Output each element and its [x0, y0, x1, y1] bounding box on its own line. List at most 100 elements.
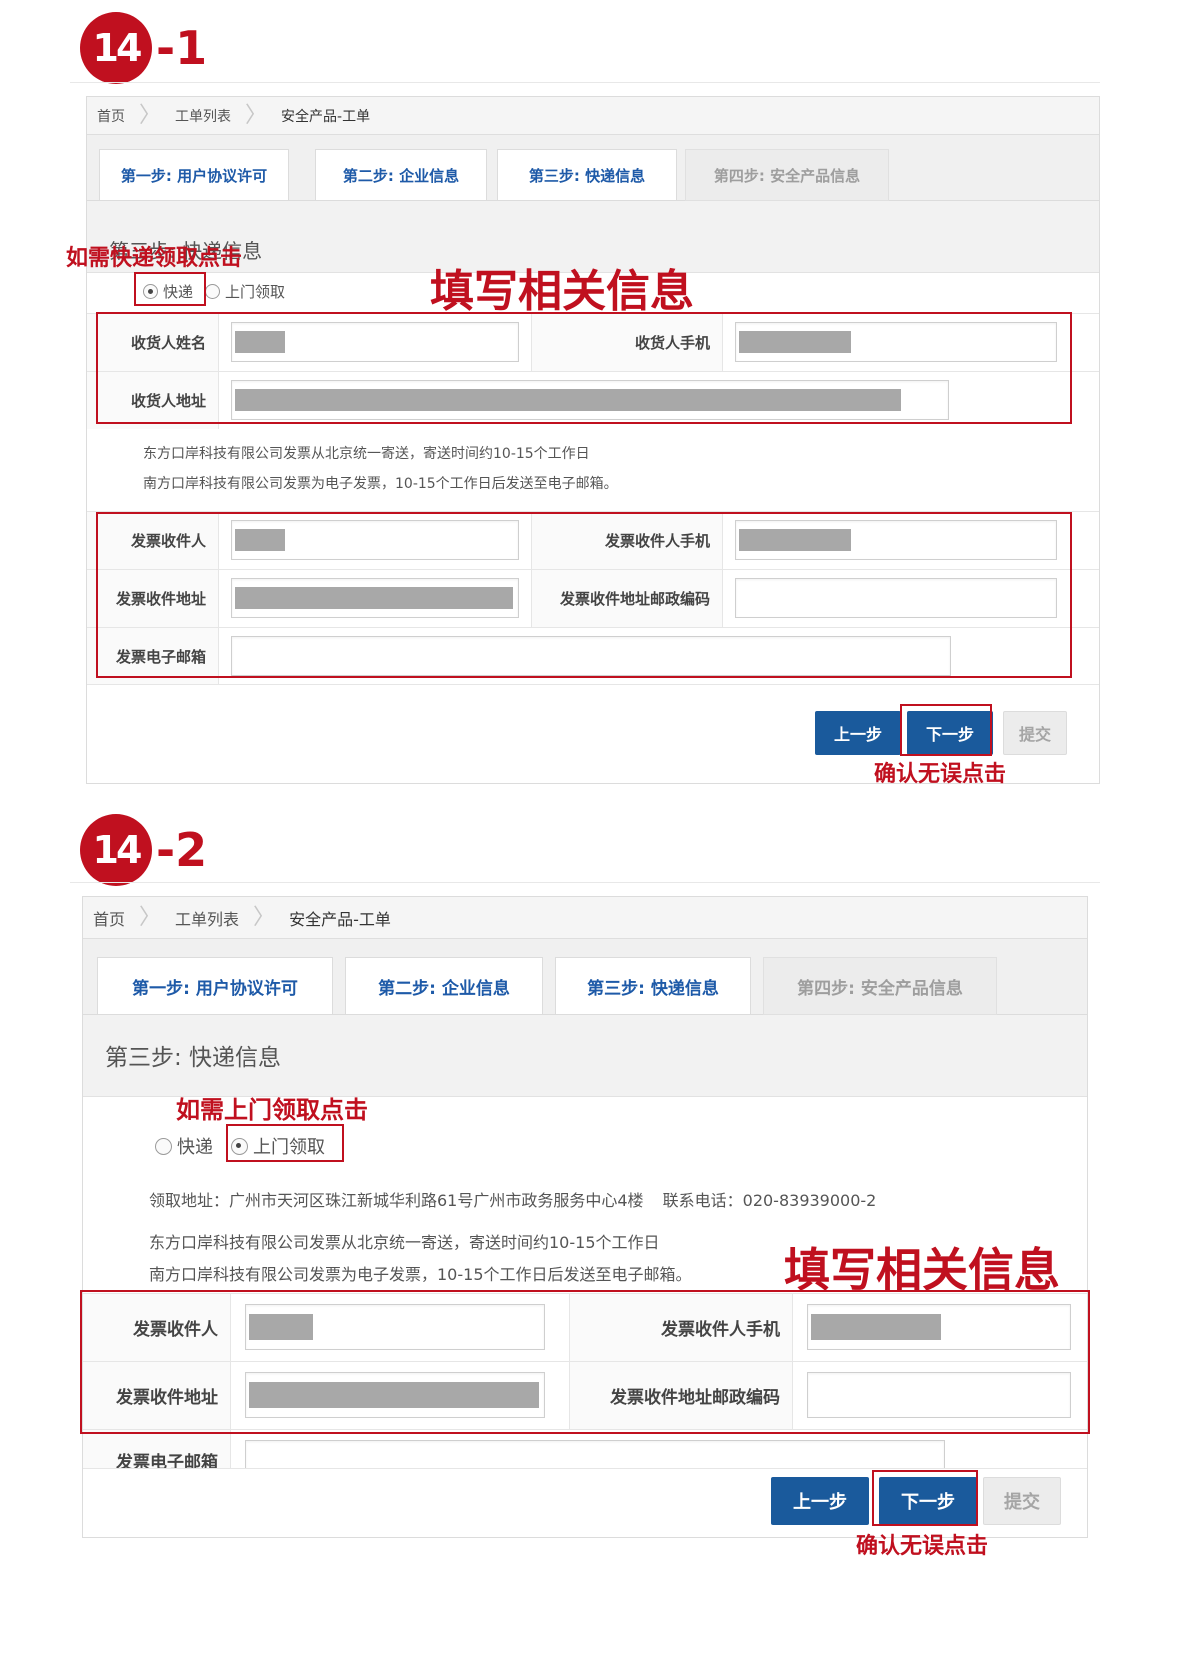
invoice-row-2: 发票收件地址 发票收件地址邮政编码 — [83, 1361, 1087, 1429]
step-number-badge: 14 — [80, 814, 152, 886]
tab-step-1[interactable]: 第一步: 用户协议许可 — [97, 957, 333, 1015]
radio-selected-icon[interactable] — [143, 284, 158, 299]
tab-step-3[interactable]: 第三步: 快递信息 — [555, 957, 751, 1015]
pickup-address-text: 领取地址：广州市天河区珠江新城华利路61号广州市政务服务中心4楼 — [149, 1191, 644, 1210]
invoice-postcode-input[interactable] — [735, 578, 1057, 618]
redacted-value — [235, 587, 513, 609]
breadcrumb-separator-icon: 〉 — [139, 102, 162, 128]
callout-pickup: 如需上门领取点击 — [176, 1096, 368, 1124]
breadcrumb-separator-icon: 〉 — [139, 904, 162, 930]
radio-express-label: 快递 — [177, 1137, 213, 1158]
pickup-phone-text: 联系电话：020-83939000-2 — [662, 1191, 877, 1210]
delivery-method-radios: 快递 上门领取 — [155, 1133, 337, 1159]
invoice-row-1: 发票收件人 发票收件人手机 — [83, 1293, 1087, 1361]
invoice-note-1: 东方口岸科技有限公司发票从北京统一寄送，寄送时间约10-15个工作日 — [143, 446, 590, 462]
receiver-name-label: 收货人姓名 — [87, 314, 219, 371]
invoice-receiver-label: 发票收件人 — [83, 1294, 231, 1361]
radio-pickup-label: 上门领取 — [253, 1137, 325, 1158]
callout-fill-info: 填写相关信息 — [430, 266, 694, 317]
radio-selected-icon[interactable] — [231, 1137, 248, 1155]
step-suffix: -2 — [156, 823, 208, 877]
receiver-phone-input[interactable] — [735, 322, 1057, 362]
step-tabs: 第一步: 用户协议许可 第二步: 企业信息 第三步: 快递信息 第四步: 安全产… — [87, 135, 1099, 201]
next-step-button[interactable]: 下一步 — [879, 1477, 977, 1525]
tab-step-4: 第四步: 安全产品信息 — [763, 957, 997, 1015]
invoice-row-1: 发票收件人 发票收件人手机 — [87, 511, 1099, 569]
invoice-receiver-input[interactable] — [245, 1304, 545, 1350]
invoice-email-input[interactable] — [231, 636, 951, 676]
receiver-row-1: 收货人姓名 收货人手机 — [87, 313, 1099, 371]
callout-express: 如需快递领取点击 — [66, 246, 243, 271]
breadcrumb-separator-icon: 〉 — [245, 102, 268, 128]
invoice-row-3: 发票电子邮箱 — [83, 1429, 1087, 1469]
pickup-address: 领取地址：广州市天河区珠江新城华利路61号广州市政务服务中心4楼 联系电话：02… — [149, 1187, 876, 1211]
receiver-address-label: 收货人地址 — [87, 372, 219, 429]
ticket-panel-1: 首页 〉 工单列表 〉 安全产品-工单 第一步: 用户协议许可 第二步: 企业信… — [86, 96, 1100, 784]
invoice-phone-label: 发票收件人手机 — [569, 1294, 793, 1361]
invoice-receiver-input[interactable] — [231, 520, 519, 560]
redacted-value — [739, 529, 851, 551]
redacted-value — [235, 529, 285, 551]
breadcrumb-current: 安全产品-工单 — [289, 909, 391, 929]
submit-button: 提交 — [1003, 711, 1067, 755]
tab-step-1[interactable]: 第一步: 用户协议许可 — [99, 149, 289, 201]
breadcrumb-ticket-list[interactable]: 工单列表 — [175, 906, 239, 930]
invoice-receiver-label: 发票收件人 — [87, 512, 219, 569]
invoice-postcode-label: 发票收件地址邮政编码 — [569, 1362, 793, 1429]
prev-step-button[interactable]: 上一步 — [771, 1477, 869, 1525]
next-step-button[interactable]: 下一步 — [907, 711, 993, 755]
redacted-value — [235, 389, 901, 411]
invoice-note-2: 南方口岸科技有限公司发票为电子发票，10-15个工作日后发送至电子邮箱。 — [149, 1265, 692, 1284]
invoice-email-input[interactable] — [245, 1440, 945, 1468]
prev-step-button[interactable]: 上一步 — [815, 711, 901, 755]
radio-express[interactable]: 快递 — [143, 281, 193, 302]
invoice-phone-input[interactable] — [807, 1304, 1071, 1350]
radio-unselected-icon[interactable] — [205, 284, 221, 299]
invoice-note-2: 南方口岸科技有限公司发票为电子发票，10-15个工作日后发送至电子邮箱。 — [143, 476, 618, 492]
step-tabs: 第一步: 用户协议许可 第二步: 企业信息 第三步: 快递信息 第四步: 安全产… — [83, 939, 1087, 1015]
redacted-value — [249, 1382, 539, 1408]
breadcrumb-home[interactable]: 首页 — [93, 906, 125, 930]
divider — [70, 82, 1100, 83]
redacted-value — [235, 331, 285, 353]
section-subheading: 第三步: 快递信息 — [83, 1015, 1087, 1097]
receiver-address-input[interactable] — [231, 380, 949, 420]
radio-express-label: 快递 — [163, 283, 194, 301]
tab-step-4: 第四步: 安全产品信息 — [685, 149, 889, 201]
divider — [70, 882, 1100, 883]
breadcrumb-home[interactable]: 首页 — [97, 106, 125, 126]
tab-step-3[interactable]: 第三步: 快递信息 — [497, 149, 677, 201]
receiver-row-2: 收货人地址 — [87, 371, 1099, 429]
callout-confirm: 确认无误点击 — [874, 762, 1007, 787]
radio-pickup[interactable]: 上门领取 — [231, 1133, 325, 1159]
invoice-postcode-input[interactable] — [807, 1372, 1071, 1418]
step-heading-2: 14 -2 — [80, 810, 207, 890]
invoice-address-input[interactable] — [231, 578, 519, 618]
invoice-note-1: 东方口岸科技有限公司发票从北京统一寄送，寄送时间约10-15个工作日 — [149, 1233, 660, 1252]
receiver-phone-label: 收货人手机 — [531, 314, 723, 371]
radio-express[interactable]: 快递 — [155, 1133, 213, 1159]
radio-pickup[interactable]: 上门领取 — [205, 281, 285, 302]
callout-fill-info: 填写相关信息 — [784, 1243, 1060, 1297]
callout-confirm: 确认无误点击 — [856, 1534, 989, 1559]
tab-step-2[interactable]: 第二步: 企业信息 — [345, 957, 543, 1015]
tab-step-2[interactable]: 第二步: 企业信息 — [315, 149, 487, 201]
invoice-address-input[interactable] — [245, 1372, 545, 1418]
invoice-phone-input[interactable] — [735, 520, 1057, 560]
invoice-row-2: 发票收件地址 发票收件地址邮政编码 — [87, 569, 1099, 627]
breadcrumb: 首页 〉 工单列表 〉 安全产品-工单 — [87, 97, 1099, 135]
breadcrumb: 首页 〉 工单列表 〉 安全产品-工单 — [83, 897, 1087, 939]
invoice-address-label: 发票收件地址 — [83, 1362, 231, 1429]
invoice-postcode-label: 发票收件地址邮政编码 — [531, 570, 723, 627]
breadcrumb-current: 安全产品-工单 — [281, 108, 371, 125]
redacted-value — [811, 1314, 941, 1340]
step-heading-1: 14 -1 — [80, 8, 207, 88]
redacted-value — [739, 331, 851, 353]
receiver-name-input[interactable] — [231, 322, 519, 362]
submit-button: 提交 — [983, 1477, 1061, 1525]
breadcrumb-ticket-list[interactable]: 工单列表 — [175, 106, 231, 126]
invoice-row-3: 发票电子邮箱 — [87, 627, 1099, 685]
breadcrumb-separator-icon: 〉 — [253, 904, 276, 930]
invoice-address-label: 发票收件地址 — [87, 570, 219, 627]
radio-unselected-icon[interactable] — [155, 1137, 172, 1155]
